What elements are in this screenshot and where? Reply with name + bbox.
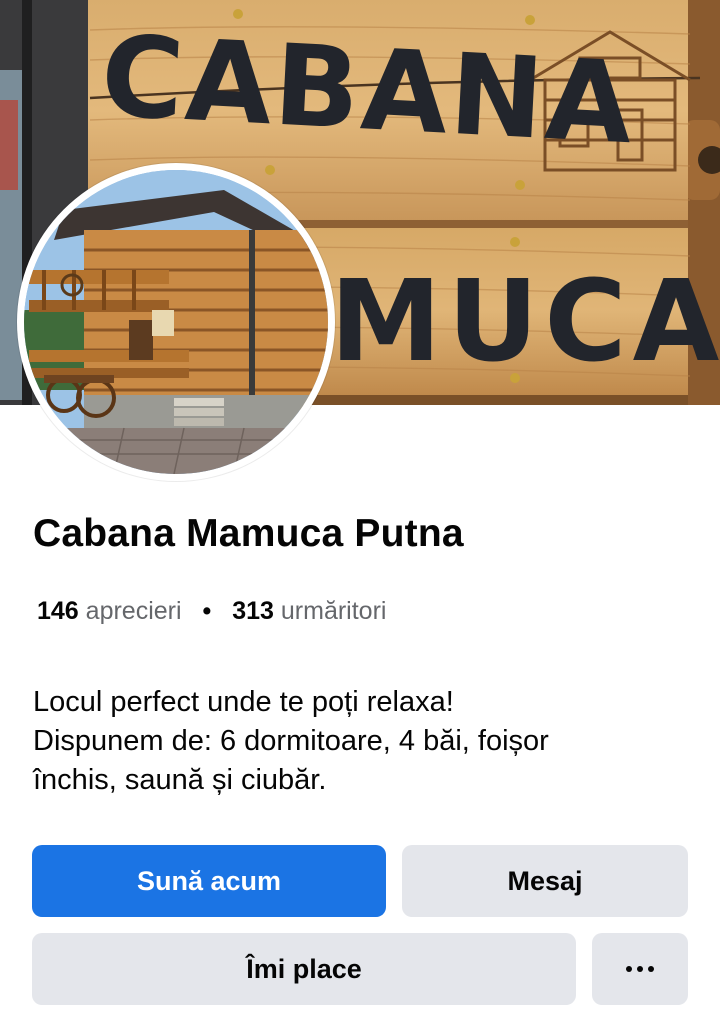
profile-picture[interactable] [17,163,335,481]
more-dots-icon [626,966,654,972]
followers-count: 313 [232,597,274,625]
bio-line: închis, saună și ciubăr. [33,764,327,796]
bio-line: Locul perfect unde te poți relaxa! [33,686,454,718]
like-button[interactable]: Îmi place [32,933,576,1005]
stats-separator: • [202,597,212,625]
likes-count: 146 [37,597,79,625]
followers-label: urmăritori [280,597,387,625]
call-now-label: Sună acum [136,865,282,896]
call-now-button[interactable]: Sună acum [32,845,386,917]
profile-picture-image [24,170,328,474]
message-label: Mesaj [507,865,583,896]
page-title: Cabana Mamuca Putna [33,512,464,555]
page-bio: Locul perfect unde te poți relaxa! Dispu… [33,683,693,800]
message-button[interactable]: Mesaj [402,845,688,917]
cover-sign-line2: MUCA [330,257,720,387]
bio-line: Dispunem de: 6 dormitoare, 4 băi, foișor [33,725,549,757]
page-stats: 146 aprecieri • 313 urmăritori [37,597,386,626]
more-options-button[interactable] [592,933,688,1005]
likes-label: aprecieri [85,597,182,625]
like-label: Îmi place [246,953,362,984]
